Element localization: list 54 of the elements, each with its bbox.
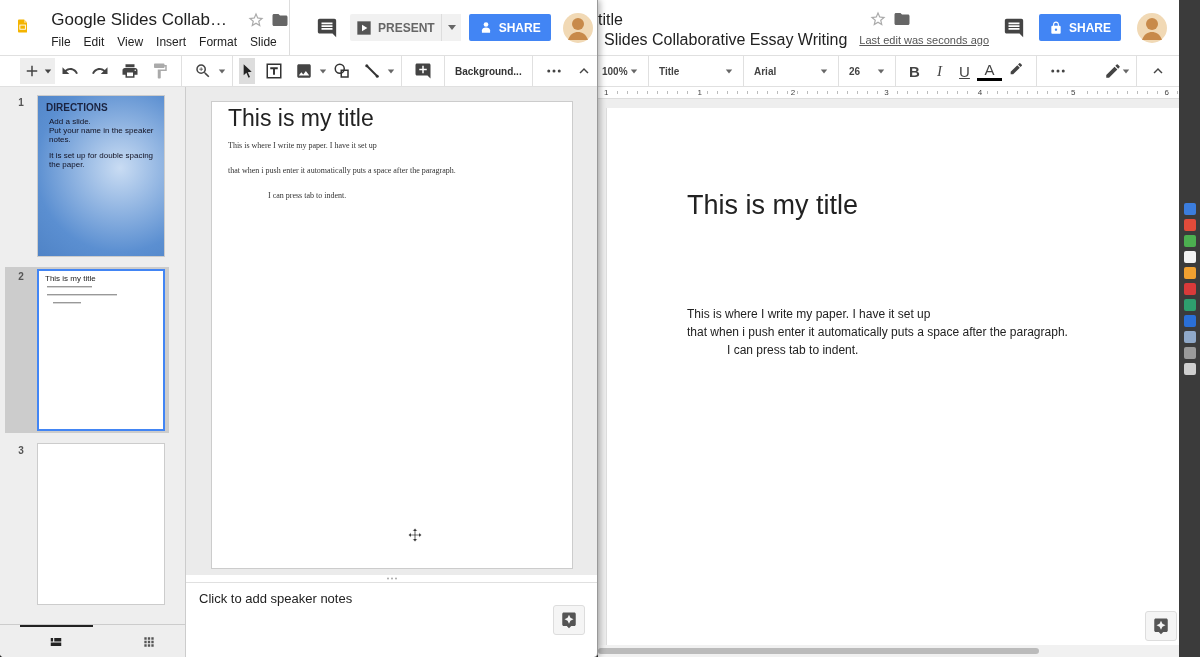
- menu-item[interactable]: Edit: [83, 35, 105, 49]
- menu-item[interactable]: Format: [199, 35, 238, 49]
- document-heading[interactable]: This is my title: [687, 190, 1179, 221]
- present-button[interactable]: PRESENT: [350, 14, 441, 41]
- zoom-dropdown[interactable]: 100%: [598, 58, 642, 84]
- background-button[interactable]: Background...: [451, 65, 526, 77]
- slide-paragraph[interactable]: This is where I write my paper. I have it set up: [228, 141, 572, 150]
- slide-thumbnail[interactable]: DIRECTIONS Add a slide. Put your name in the speaker notes. It is set up for double spacing the paper.: [37, 95, 165, 257]
- slide-thumbnail-row[interactable]: 3: [5, 441, 169, 607]
- slide-thumbnail-row[interactable]: 1 DIRECTIONS Add a slide. Put your name in the speaker notes. It is set up for double spacing the paper.: [5, 93, 169, 259]
- ruler[interactable]: 1 1 2 3 4 5 6: [598, 87, 1179, 99]
- slide-paragraph[interactable]: I can press tab to indent.: [228, 191, 572, 200]
- slide-paragraph[interactable]: that when i push enter it automatically puts a space after the paragraph.: [228, 166, 572, 175]
- thumbnail-text: It is set up for double spacing the paper.: [49, 151, 155, 169]
- document-title[interactable]: Google Slides Collab…: [51, 10, 227, 30]
- slide-number: 2: [17, 270, 25, 284]
- slide-thumbnail-row[interactable]: 2 This is my title: [5, 267, 169, 433]
- format-button[interactable]: U: [952, 62, 977, 80]
- ruler-number: 5: [1069, 88, 1078, 97]
- ruler-number: 2: [788, 88, 798, 97]
- format-button[interactable]: B: [902, 62, 927, 80]
- ruler-number: 1: [695, 88, 704, 97]
- font-dropdown[interactable]: Arial: [750, 58, 832, 84]
- document-paragraph[interactable]: I can press tab to indent.: [687, 343, 1179, 357]
- menu-item[interactable]: Slide: [250, 35, 277, 49]
- ruler-number: 6: [1162, 88, 1171, 97]
- font-size-dropdown[interactable]: 26: [845, 58, 889, 84]
- slide-title[interactable]: This is my title: [228, 105, 572, 132]
- slide-number: 1: [17, 96, 25, 110]
- menu-item[interactable]: Insert: [156, 35, 187, 49]
- document-paragraph[interactable]: that when i push enter it automatically puts a space after the paragraph.: [687, 325, 1179, 339]
- format-button[interactable]: I: [927, 62, 952, 80]
- slide-canvas[interactable]: This is my title This is where I write my paper. I have it set up that when i push enter it automatically puts a space after the paragraph. I can press tab to indent.: [211, 101, 573, 569]
- thumbnail-heading: DIRECTIONS: [46, 102, 109, 113]
- format-button[interactable]: A: [977, 61, 1002, 81]
- document-title[interactable]: title: [598, 10, 848, 29]
- menu-item[interactable]: View: [117, 35, 144, 49]
- overlay-title: Slides Collaborative Essay Writing: [604, 30, 848, 49]
- speaker-notes-field[interactable]: Click to add speaker notes: [199, 591, 353, 657]
- thumbnail-text: Put your name in the speaker notes.: [49, 126, 155, 144]
- menu-item[interactable]: File: [51, 35, 71, 49]
- style-dropdown[interactable]: Title: [655, 58, 737, 84]
- ruler-number: 1: [602, 88, 611, 97]
- ruler-number: 4: [975, 88, 985, 97]
- slide-thumbnail[interactable]: This is my title: [37, 269, 165, 431]
- slide-number: 3: [17, 444, 25, 458]
- document-page[interactable]: This is my title This is where I write my paper. I have it set up that when i push enter it automatically puts a space after the paragraph. I can press tab to indent.: [606, 108, 1179, 645]
- share-button[interactable]: SHARE: [468, 14, 551, 41]
- share-button[interactable]: SHARE: [1039, 14, 1121, 41]
- thumbnail-text: Add a slide.: [49, 117, 92, 126]
- last-edit-link[interactable]: Last edit was seconds ago: [859, 33, 989, 46]
- thumbnail-title: This is my title: [44, 273, 97, 285]
- ruler-number: 3: [882, 88, 891, 97]
- document-paragraph[interactable]: This is where I write my paper. I have it set up: [687, 307, 1179, 321]
